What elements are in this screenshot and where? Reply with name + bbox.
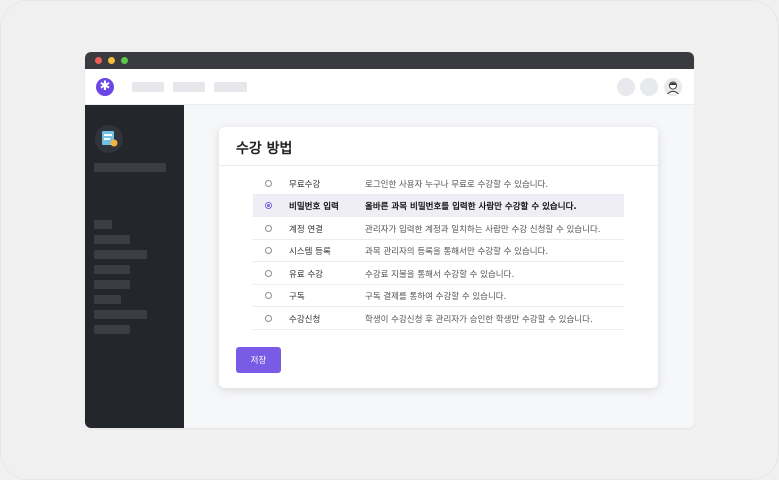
option-label: 비밀번호 입력 xyxy=(289,202,339,212)
option-description: 올바른 과목 비밀번호를 입력한 사람만 수강할 수 있습니다. xyxy=(365,202,577,212)
star-logo-icon[interactable]: ✱ xyxy=(96,78,114,96)
course-thumbnail[interactable] xyxy=(95,125,123,153)
option-description: 로그인한 사용자 누구나 무료로 수강할 수 있습니다. xyxy=(365,180,549,190)
option-label: 계정 연결 xyxy=(289,225,323,235)
card-title: 수강 방법 xyxy=(236,141,293,157)
enrollment-option-row[interactable]: 비밀번호 입력 올바른 과목 비밀번호를 입력한 사람만 수강할 수 있습니다. xyxy=(253,195,624,217)
option-label: 무료수강 xyxy=(289,180,321,190)
option-description: 과목 관리자의 등록을 통해서만 수강할 수 있습니다. xyxy=(365,247,549,257)
user-avatar-icon[interactable] xyxy=(664,78,682,96)
radio-button[interactable] xyxy=(265,247,272,254)
radio-button[interactable] xyxy=(265,225,272,232)
radio-button[interactable] xyxy=(265,202,272,209)
radio-button[interactable] xyxy=(265,292,272,299)
enrollment-method-card: 수강 방법 무료수강 로그인한 사용자 누구나 무료로 수강할 수 있습니다. 비밀… xyxy=(219,127,658,388)
option-description: 학생이 수강신청 후 관리자가 승인한 학생만 수강할 수 있습니다. xyxy=(365,315,593,325)
radio-button[interactable] xyxy=(265,315,272,322)
sidebar-course-title-placeholder xyxy=(94,163,166,172)
radio-button[interactable] xyxy=(265,180,272,187)
option-description: 관리자가 입력한 계정과 일치하는 사람만 수강 신청할 수 있습니다. xyxy=(365,225,601,235)
radio-button[interactable] xyxy=(265,270,272,277)
card-divider xyxy=(219,165,658,166)
sidebar-item-placeholder[interactable] xyxy=(94,265,130,274)
sidebar-item-placeholder[interactable] xyxy=(94,295,121,304)
enrollment-option-row[interactable]: 유료 수강 수강료 지불을 통해서 수강할 수 있습니다. xyxy=(253,263,624,285)
nav-item-placeholder[interactable] xyxy=(132,82,164,92)
nav-item-placeholder[interactable] xyxy=(214,82,247,92)
enrollment-option-row[interactable]: 시스템 등록 과목 관리자의 등록을 통해서만 수강할 수 있습니다. xyxy=(253,240,624,262)
notification-icon[interactable] xyxy=(617,78,635,96)
sidebar-item-placeholder[interactable] xyxy=(94,235,130,244)
save-button[interactable]: 저장 xyxy=(236,347,281,373)
top-navigation: ✱ xyxy=(85,69,694,105)
enrollment-option-row[interactable]: 계정 연결 관리자가 입력한 계정과 일치하는 사람만 수강 신청할 수 있습니다… xyxy=(253,218,624,240)
browser-window: ✱ 수강 방법 무료수강 로그인한 사용자 누구나 무료로 수강할 수 있습니다… xyxy=(85,52,694,428)
enrollment-option-row[interactable]: 무료수강 로그인한 사용자 누구나 무료로 수강할 수 있습니다. xyxy=(253,173,624,195)
option-description: 구독 결제를 통하여 수강할 수 있습니다. xyxy=(365,292,507,302)
enrollment-option-row[interactable]: 구독 구독 결제를 통하여 수강할 수 있습니다. xyxy=(253,285,624,307)
option-label: 구독 xyxy=(289,292,305,302)
option-label: 수강신청 xyxy=(289,315,321,325)
option-label: 유료 수강 xyxy=(289,270,323,280)
close-window-button[interactable] xyxy=(95,57,102,64)
sidebar-item-placeholder[interactable] xyxy=(94,250,147,259)
maximize-window-button[interactable] xyxy=(121,57,128,64)
enrollment-option-row[interactable]: 수강신청 학생이 수강신청 후 관리자가 승인한 학생만 수강할 수 있습니다. xyxy=(253,308,624,330)
sidebar-item-placeholder[interactable] xyxy=(94,280,130,289)
sidebar-item-placeholder[interactable] xyxy=(94,310,147,319)
sidebar xyxy=(85,105,184,428)
option-description: 수강료 지불을 통해서 수강할 수 있습니다. xyxy=(365,270,515,280)
nav-item-placeholder[interactable] xyxy=(173,82,205,92)
window-titlebar xyxy=(85,52,694,69)
message-icon[interactable] xyxy=(640,78,658,96)
sidebar-item-placeholder[interactable] xyxy=(94,220,112,229)
minimize-window-button[interactable] xyxy=(108,57,115,64)
sidebar-item-placeholder[interactable] xyxy=(94,325,130,334)
option-label: 시스템 등록 xyxy=(289,247,331,257)
